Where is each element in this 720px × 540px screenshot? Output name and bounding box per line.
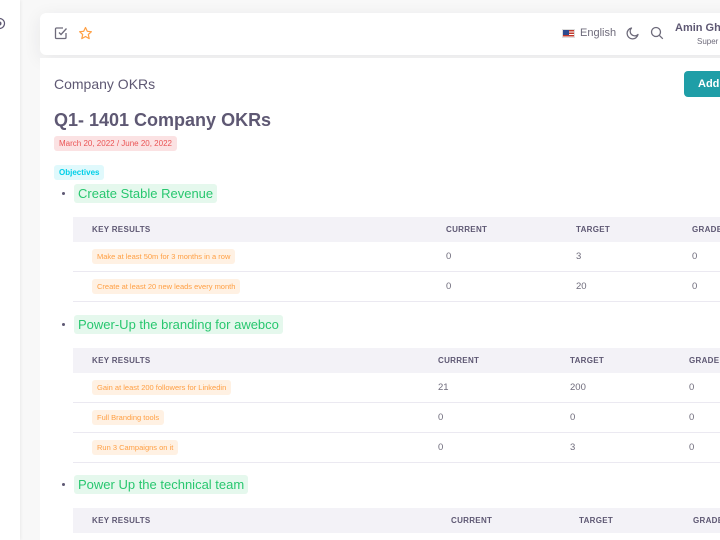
- star-icon[interactable]: [78, 26, 93, 41]
- grade-value: 0: [689, 412, 695, 423]
- objective-label[interactable]: Create Stable Revenue: [74, 184, 218, 203]
- table-row: Create at least 20 new leads every month…: [73, 272, 720, 302]
- key-result-badge[interactable]: Run 3 Campaigns on it: [92, 440, 179, 455]
- date-range-badge: March 20, 2022 / June 20, 2022: [54, 136, 177, 151]
- language-selector[interactable]: English: [562, 27, 616, 39]
- table-row: Gain at least 200 followers for Linkedin…: [73, 373, 720, 403]
- grade-value: 0: [689, 382, 695, 393]
- objective-item: Power-Up the branding for awebco: [62, 315, 283, 334]
- add-button[interactable]: Add: [684, 71, 720, 97]
- header-target: TARGET: [570, 356, 605, 365]
- bullet: [62, 483, 65, 486]
- search-icon[interactable]: [650, 26, 664, 40]
- okr-title: Q1- 1401 Company OKRs: [54, 110, 272, 130]
- table-row: Run 3 Campaigns on it 0 3 0: [73, 433, 720, 463]
- table-row: Full Branding tools 0 0 0: [73, 403, 720, 433]
- header-current: CURRENT: [446, 225, 488, 234]
- objective-label[interactable]: Power Up the technical team: [74, 475, 249, 494]
- target-value: 3: [570, 442, 576, 453]
- table-row: Make at least 50m for 3 months in a row …: [73, 242, 720, 272]
- header-target: TARGET: [576, 225, 611, 234]
- moon-icon[interactable]: [626, 26, 640, 40]
- key-result-badge[interactable]: Full Branding tools: [92, 410, 165, 425]
- key-results-table: KEY RESULTS CURRENT TARGET GRADE Make at…: [73, 217, 720, 302]
- target-value: 3: [576, 251, 582, 262]
- header-target: TARGET: [579, 516, 614, 525]
- key-result-badge[interactable]: Gain at least 200 followers for Linkedin: [92, 380, 232, 395]
- header-key-results: KEY RESULTS: [92, 225, 151, 234]
- header-current: CURRENT: [438, 356, 480, 365]
- table-header: KEY RESULTS CURRENT TARGET GRADE: [73, 217, 720, 242]
- header-grade: GRADE: [689, 356, 720, 365]
- current-value: 21: [438, 382, 449, 393]
- objective-item: Create Stable Revenue: [62, 184, 218, 203]
- sidebar: [0, 0, 20, 540]
- objectives-badge: Objectives: [54, 165, 105, 180]
- bullet: [62, 192, 65, 195]
- top-navbar: English Amin Gh Super: [40, 13, 720, 55]
- user-role: Super: [697, 37, 719, 46]
- table-header: KEY RESULTS CURRENT TARGET GRADE: [73, 508, 720, 533]
- main-content: Company OKRs Add Q1- 1401 Company OKRs M…: [40, 58, 720, 540]
- bullet: [62, 323, 65, 326]
- header-key-results: KEY RESULTS: [92, 356, 151, 365]
- user-name[interactable]: Amin Gh: [675, 22, 720, 34]
- us-flag-icon: [562, 28, 575, 38]
- objective-label[interactable]: Power-Up the branding for awebco: [74, 315, 283, 334]
- page-title: Company OKRs: [54, 76, 156, 92]
- table-header: KEY RESULTS CURRENT TARGET GRADE: [73, 348, 720, 373]
- current-value: 0: [446, 251, 452, 262]
- header-grade: GRADE: [693, 516, 720, 525]
- grade-value: 0: [689, 442, 695, 453]
- target-value: 20: [576, 281, 587, 292]
- target-value: 0: [570, 412, 576, 423]
- target-value: 200: [570, 382, 586, 393]
- language-label: English: [580, 27, 617, 39]
- key-result-badge[interactable]: Create at least 20 new leads every month: [92, 279, 241, 294]
- current-value: 0: [438, 412, 444, 423]
- sidebar-toggle-icon[interactable]: [0, 17, 6, 30]
- header-key-results: KEY RESULTS: [92, 516, 151, 525]
- grade-value: 0: [692, 251, 698, 262]
- key-results-table: KEY RESULTS CURRENT TARGET GRADE: [73, 508, 720, 533]
- current-value: 0: [446, 281, 452, 292]
- grade-value: 0: [692, 281, 698, 292]
- header-current: CURRENT: [451, 516, 493, 525]
- header-grade: GRADE: [692, 225, 720, 234]
- check-square-icon[interactable]: [54, 26, 68, 40]
- key-results-table: KEY RESULTS CURRENT TARGET GRADE Gain at…: [73, 348, 720, 463]
- current-value: 0: [438, 442, 444, 453]
- key-result-badge[interactable]: Make at least 50m for 3 months in a row: [92, 249, 236, 264]
- objective-item: Power Up the technical team: [62, 475, 249, 494]
